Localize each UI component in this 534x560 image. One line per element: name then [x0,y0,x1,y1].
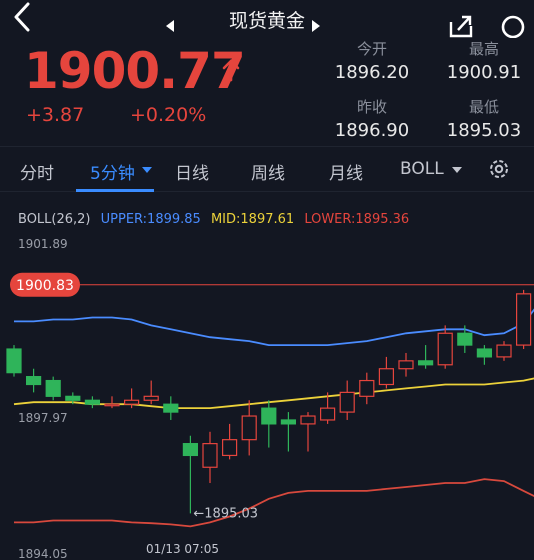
tab-timeshare[interactable]: 分时 [20,159,54,184]
candle-up [202,443,218,468]
candle-up [320,407,336,421]
x-label: 01/13 07:05 [146,542,219,556]
candle-down [65,395,81,401]
candle-down [26,376,42,386]
candle-up [143,395,159,401]
tab-daily[interactable]: 日线 [175,159,209,184]
candle-up [496,344,512,358]
candle-up [300,415,316,425]
low-label: 最低 [468,98,499,116]
current-price-label: 1900.83 [16,278,74,294]
boll-upper-line [14,308,534,347]
active-tab-indicator [76,189,154,192]
candle-down [261,407,277,425]
tab-weekly[interactable]: 周线 [251,159,285,184]
candle-up [104,403,120,407]
candle-up [339,391,355,413]
arrow-up-icon [222,59,240,82]
open-label: 今开 [356,40,387,58]
y-label-bottom: 1894.05 [18,547,68,560]
tab-indicator[interactable]: BOLL [400,159,444,179]
search-icon[interactable] [500,14,530,38]
price-change: +3.87 [26,104,85,126]
candle-up [123,399,140,405]
high-value: 1900.91 [446,62,522,83]
candle-down [418,360,434,366]
y-label-mid: 1897.97 [18,411,68,425]
candle-up [398,360,414,370]
top-bar: 现货黄金 [0,0,534,38]
open-value: 1896.20 [334,62,410,83]
low-marker-label: ←1895.03 [193,506,258,521]
high-label: 最高 [468,40,499,58]
share-icon[interactable] [448,14,474,38]
prev-close-value: 1896.90 [334,120,410,141]
indicator-dropdown-icon[interactable] [452,167,462,173]
period-tabs: 分时 5分钟 日线 周线 月线 BOLL [0,146,534,192]
tab-5min-dropdown-icon[interactable] [142,167,152,173]
candle-up [437,332,453,366]
boll-lower-line [14,478,534,528]
candle-up [378,368,394,386]
candle-up [359,379,375,397]
tab-monthly[interactable]: 月线 [329,159,363,184]
prev-close-label: 昨收 [356,98,387,116]
tab-5min[interactable]: 5分钟 [90,159,135,184]
last-price: 1900.77 [24,42,246,100]
y-label-top: 1901.89 [18,237,68,251]
candle-down [476,348,492,358]
kline-chart[interactable]: 1901.89 1897.97 1894.05 01/13 07:05 1900… [0,205,534,560]
candle-up [515,293,532,346]
candle-down [163,403,179,413]
candle-down [182,443,198,457]
candle-down [84,399,101,405]
candle-down [280,419,296,425]
candle-down [45,379,61,397]
candle-up [222,439,238,457]
low-value: 1895.03 [446,120,522,141]
candle-down [6,348,22,374]
gear-icon[interactable] [487,157,511,181]
candle-up [241,415,257,441]
price-change-percent: +0.20% [130,104,207,126]
next-instrument-icon[interactable] [312,20,320,32]
candle-down [457,332,473,346]
